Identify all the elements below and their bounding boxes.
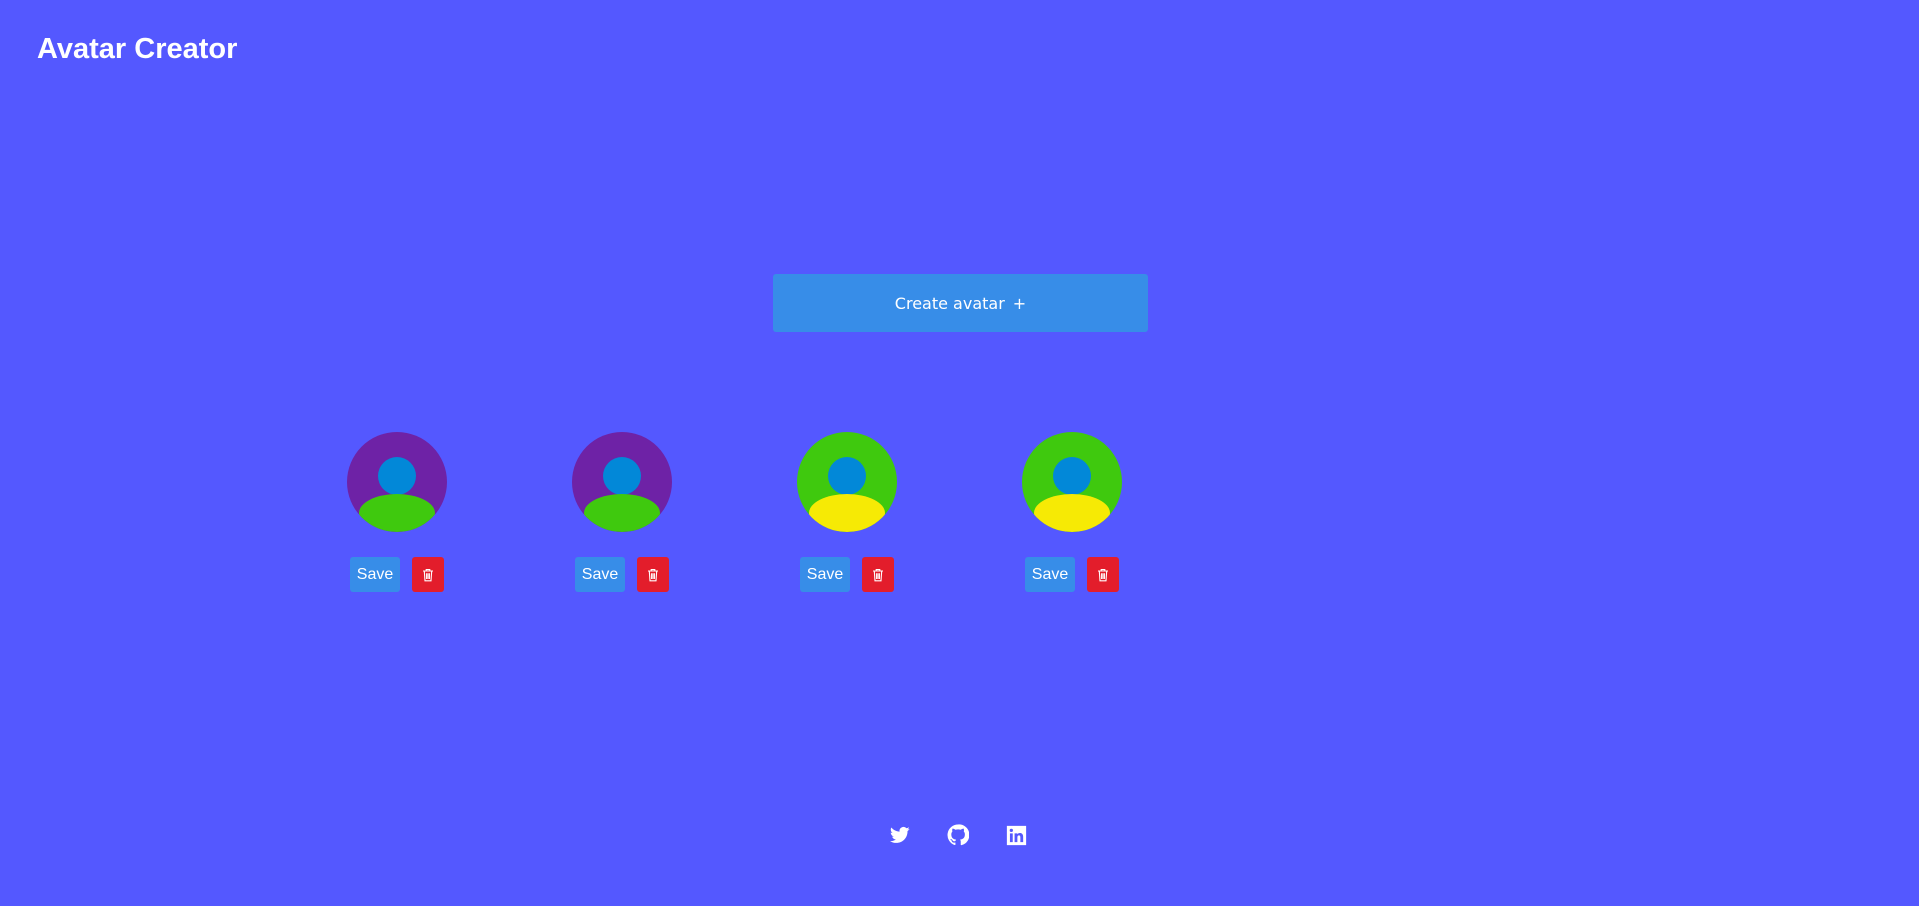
trash-icon: [873, 568, 883, 581]
save-button[interactable]: Save: [800, 557, 850, 592]
avatar-body: [1034, 494, 1110, 532]
delete-button[interactable]: [862, 557, 894, 592]
avatar: [572, 432, 672, 532]
avatar-body: [809, 494, 885, 532]
app-title: Avatar Creator: [37, 33, 238, 65]
github-link[interactable]: [947, 824, 969, 846]
trash-icon: [423, 568, 433, 581]
avatar-actions: Save: [1025, 557, 1119, 592]
avatar-body: [584, 494, 660, 532]
trash-icon: [648, 568, 658, 581]
twitter-link[interactable]: [889, 824, 911, 846]
avatar-body: [359, 494, 435, 532]
avatar: [347, 432, 447, 532]
avatar-card: Save: [1022, 432, 1122, 592]
avatar-actions: Save: [350, 557, 444, 592]
avatar: [797, 432, 897, 532]
avatar-head: [828, 457, 866, 495]
avatar-card: Save: [572, 432, 672, 592]
avatar-card: Save: [347, 432, 447, 592]
twitter-icon: [890, 826, 910, 843]
create-avatar-label: Create avatar: [894, 293, 1005, 313]
avatar-actions: Save: [575, 557, 669, 592]
trash-icon: [1098, 568, 1108, 581]
social-links: [889, 824, 1027, 846]
plus-icon: +: [1012, 293, 1027, 313]
avatar-list: Save Save Save Save: [347, 432, 1122, 592]
avatar-actions: Save: [800, 557, 894, 592]
avatar: [1022, 432, 1122, 532]
delete-button[interactable]: [1087, 557, 1119, 592]
linkedin-link[interactable]: [1005, 824, 1027, 846]
save-button[interactable]: Save: [1025, 557, 1075, 592]
avatar-head: [603, 457, 641, 495]
github-icon: [947, 824, 969, 846]
save-button[interactable]: Save: [575, 557, 625, 592]
avatar-card: Save: [797, 432, 897, 592]
app-root: Avatar Creator Create avatar + Save Save…: [0, 0, 1919, 906]
save-button[interactable]: Save: [350, 557, 400, 592]
linkedin-icon: [1006, 825, 1026, 845]
delete-button[interactable]: [637, 557, 669, 592]
delete-button[interactable]: [412, 557, 444, 592]
create-avatar-button[interactable]: Create avatar +: [773, 274, 1148, 332]
avatar-head: [378, 457, 416, 495]
avatar-head: [1053, 457, 1091, 495]
